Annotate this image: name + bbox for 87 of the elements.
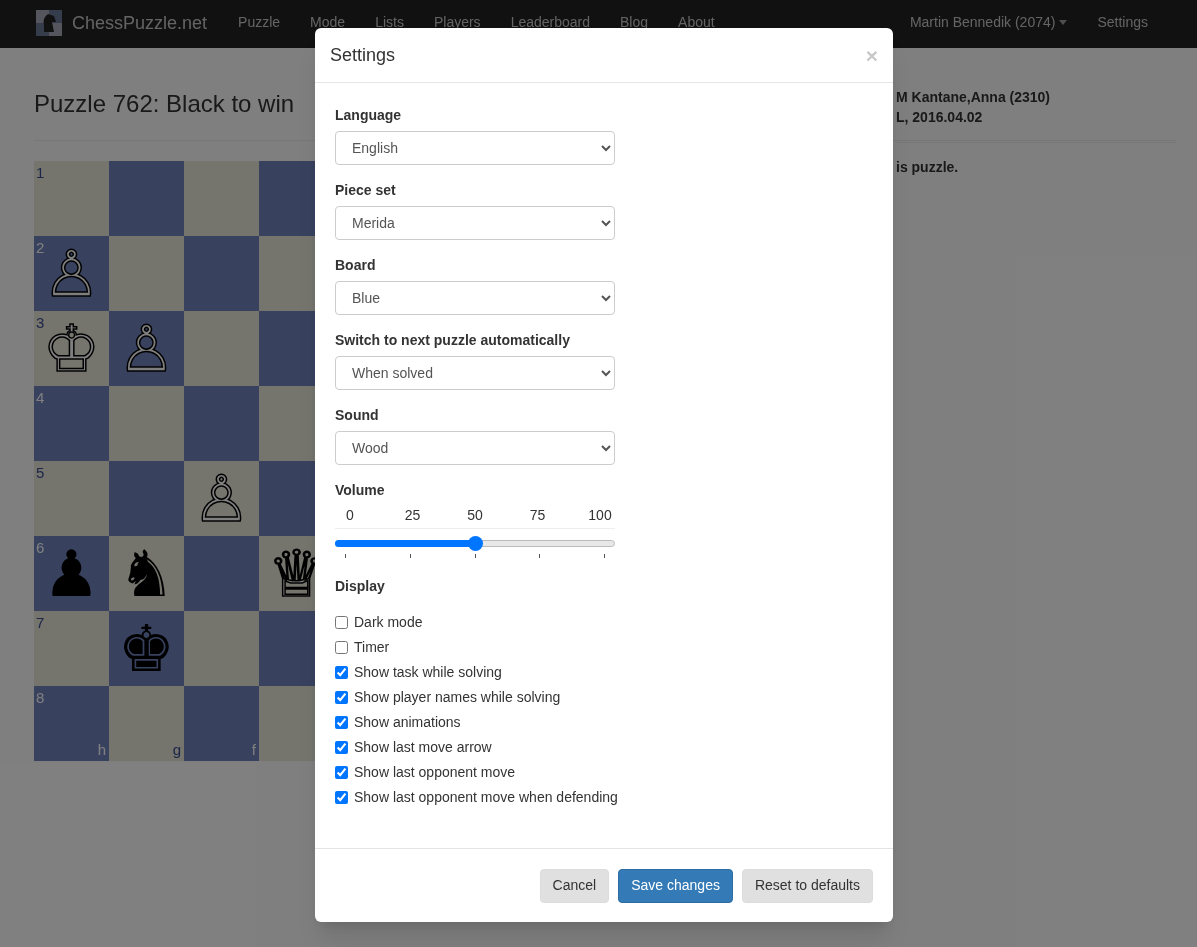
tick-mark [409, 554, 411, 558]
tick-label: 25 [403, 506, 422, 525]
file-label: h [97, 739, 106, 760]
nav-link[interactable]: Players [418, 8, 496, 30]
checkbox[interactable] [335, 616, 348, 629]
board-square[interactable]: ♙ [109, 311, 184, 386]
tick-mark [345, 554, 346, 558]
tick-mark [474, 554, 476, 558]
checkbox-label: Show task while solving [354, 663, 502, 682]
file-label: f [251, 739, 256, 760]
rank-label: 3 [36, 313, 45, 333]
board-square[interactable]: g [109, 686, 184, 761]
checkbox[interactable] [335, 741, 348, 754]
rank-label: 4 [36, 388, 45, 408]
select-field[interactable]: Merida [335, 206, 615, 240]
caret-icon [1059, 19, 1068, 25]
field-label: Display [335, 577, 386, 596]
nav-link[interactable]: About [663, 8, 730, 30]
field-label: Sound [335, 406, 380, 425]
board-square[interactable]: ♞ [109, 536, 184, 611]
rank-label: 2 [36, 238, 45, 258]
checkbox-label: Show last opponent move when defending [354, 788, 618, 807]
puzzle-note: is puzzle. [896, 158, 960, 177]
select-field[interactable]: Wood [335, 431, 615, 465]
rank-label: 1 [36, 163, 45, 183]
nav-link[interactable]: Puzzle [223, 8, 296, 30]
tick-label: 50 [466, 506, 484, 525]
nav-link[interactable]: Lists [360, 8, 419, 30]
nav-link[interactable]: Leaderboard [495, 8, 606, 30]
user-menu[interactable]: Martin Bennedik (2074) [894, 14, 1083, 30]
board-square[interactable]: f [184, 686, 259, 761]
file-label: g [172, 739, 181, 760]
select-field[interactable]: Blue [335, 281, 615, 315]
puzzle-title: Puzzle 762: Black to win [34, 89, 295, 119]
field-label: Language [335, 106, 403, 125]
dialog-title: Settings [330, 43, 396, 67]
checkbox[interactable] [335, 641, 348, 654]
event-text: L, 2016.04.02 [896, 108, 984, 127]
rank-label: 8 [36, 688, 45, 708]
checkbox-label: Dark mode [354, 613, 423, 632]
tick-label: 0 [345, 506, 355, 525]
field-label: Switch to next puzzle automatically [335, 331, 571, 350]
dialog-button[interactable]: Save changes [618, 868, 733, 903]
tick-mark [604, 554, 605, 558]
checkbox-label: Show last move arrow [354, 738, 492, 757]
nav-link[interactable]: Mode [295, 8, 361, 30]
close-button[interactable]: × [865, 44, 878, 66]
volume-slider[interactable] [335, 535, 615, 551]
board-square[interactable]: 1 [34, 161, 109, 236]
select-field[interactable]: When solved [335, 356, 615, 390]
players-text: M Kantane,Anna (2310) [896, 88, 1052, 107]
rank-label: 7 [36, 613, 45, 633]
checkbox[interactable] [335, 666, 348, 679]
rank-label: 6 [36, 538, 45, 558]
chess-piece: ♕ [267, 541, 326, 606]
checkbox-label: Show player names while solving [354, 688, 561, 707]
field-label: Piece set [335, 181, 397, 200]
board-square[interactable]: 5 [34, 461, 109, 536]
checkbox[interactable] [335, 791, 348, 804]
tick-label: 100 [587, 506, 613, 525]
checkbox-label: Show last opponent move [354, 763, 516, 782]
chess-piece: ♞ [117, 541, 176, 606]
chess-piece: ♚ [117, 616, 176, 681]
checkbox[interactable] [335, 716, 348, 729]
board-square[interactable]: ♚ [109, 611, 184, 686]
tick-label: 75 [528, 506, 547, 525]
checkbox-label: Show animations [354, 713, 461, 732]
checkbox[interactable] [335, 766, 348, 779]
field-label: Board [335, 256, 377, 275]
brand-link[interactable]: ChessPuzzle.net [72, 15, 208, 31]
nav-link[interactable]: Settings [1082, 14, 1163, 30]
dialog-button[interactable]: Cancel [539, 868, 610, 903]
slider-thumb[interactable] [467, 536, 483, 551]
dialog-button[interactable]: Reset to defaults [741, 868, 873, 903]
board-square[interactable]: 4 [34, 386, 109, 461]
chess-piece: ♙ [192, 466, 251, 531]
logo-icon [34, 8, 64, 38]
checkbox[interactable] [335, 691, 348, 704]
tick-mark [539, 554, 541, 558]
rank-label: 5 [36, 463, 45, 483]
chess-piece: ♙ [42, 241, 101, 306]
field-label: Volume [335, 481, 386, 500]
select-field[interactable]: English [335, 131, 615, 165]
checkbox-label: Timer [354, 638, 390, 657]
board-square[interactable]: 8 h [34, 686, 109, 761]
chess-piece: ♙ [117, 316, 176, 381]
board-square[interactable]: 7 [34, 611, 109, 686]
